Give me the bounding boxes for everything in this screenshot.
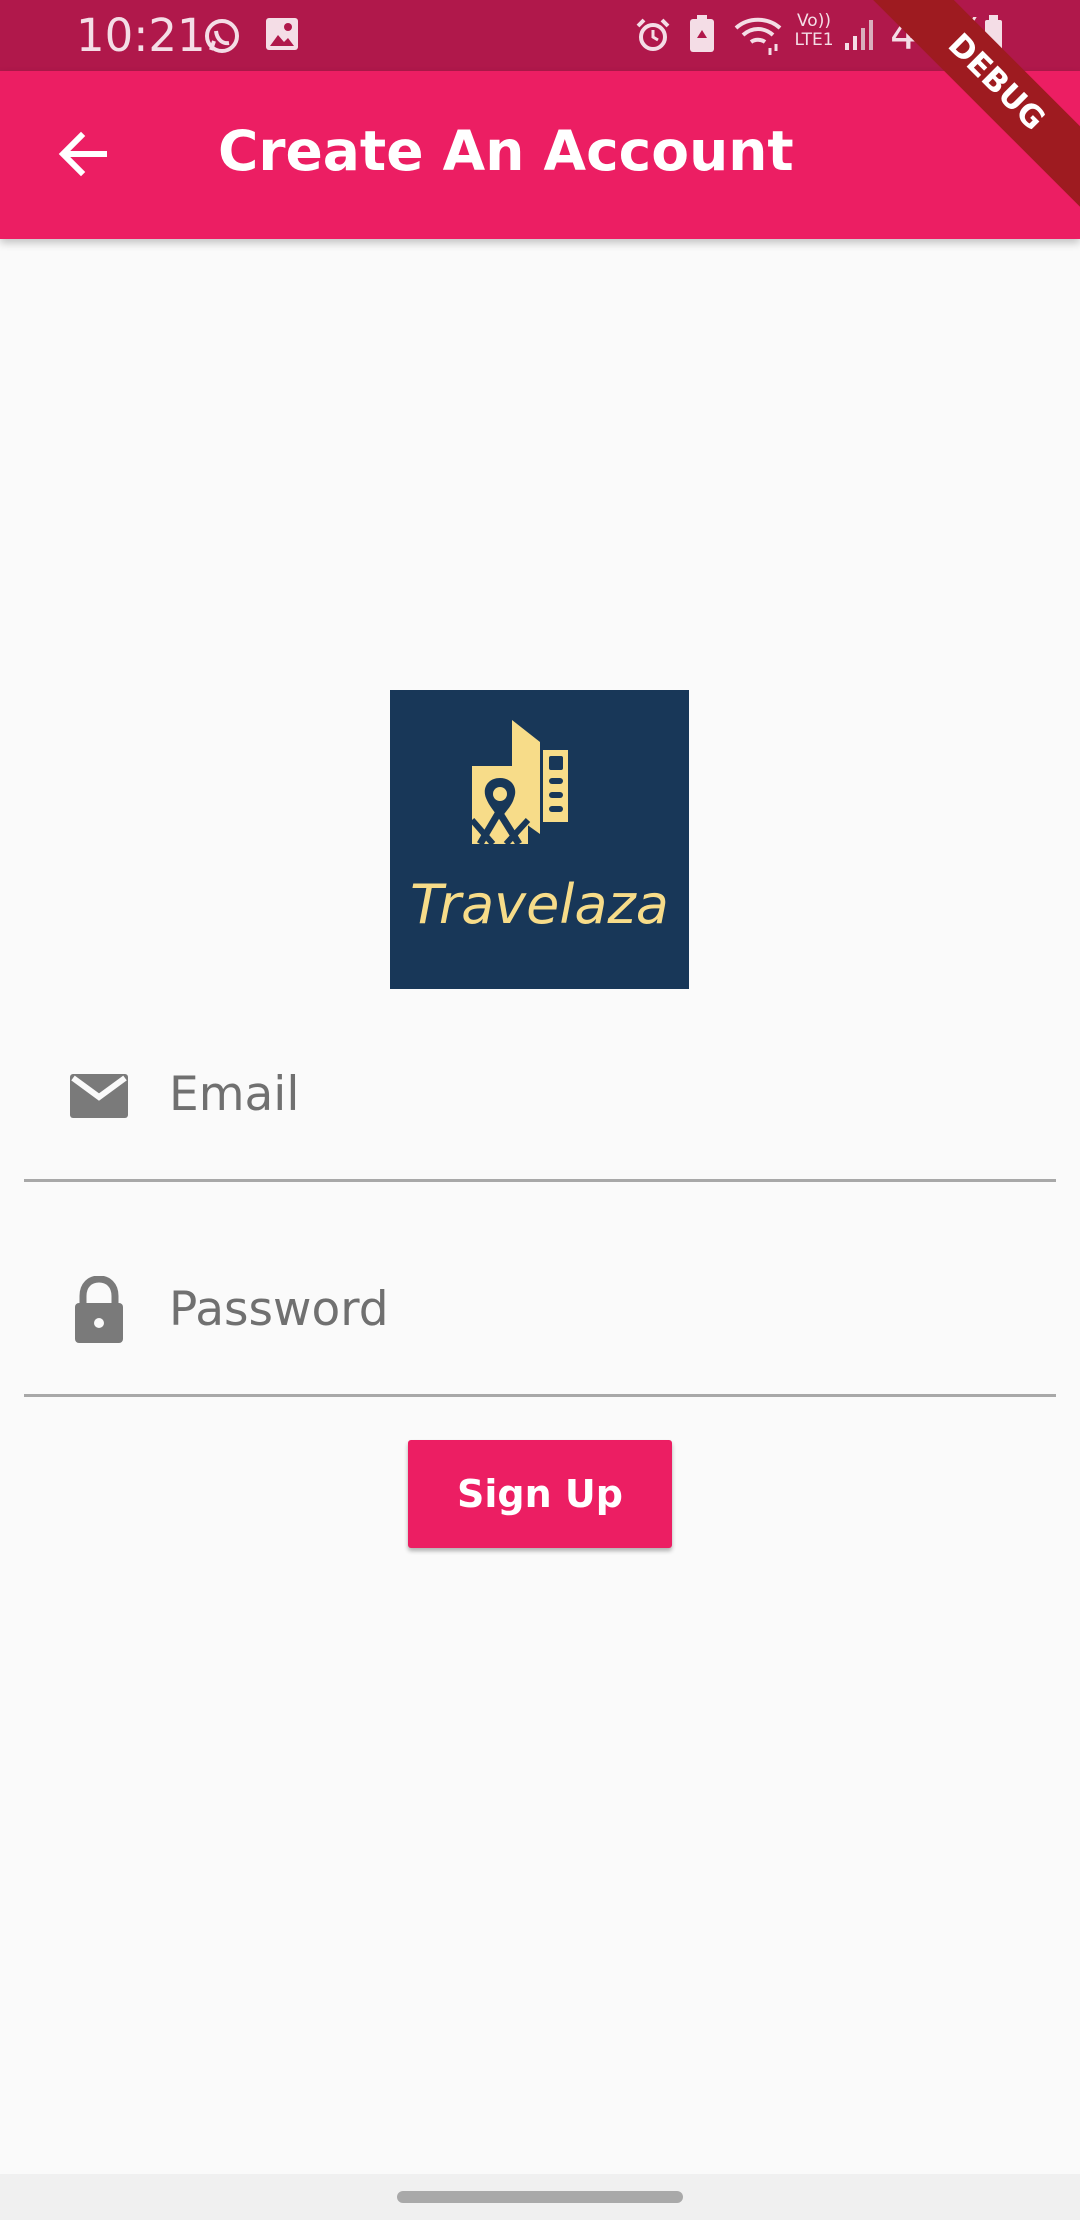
map-document-logo-icon (470, 720, 568, 847)
whatsapp-icon (205, 19, 239, 53)
home-gesture-handle[interactable] (397, 2191, 683, 2203)
travelaza-logo: Travelaza (390, 690, 689, 989)
system-navigation-area (0, 2174, 1080, 2220)
email-underline (24, 1179, 1056, 1182)
signal-icon (845, 20, 873, 50)
alarm-icon (636, 18, 670, 51)
password-input[interactable] (169, 1275, 1039, 1345)
email-field (24, 1060, 1056, 1182)
logo-text: Travelaza (410, 873, 669, 936)
lock-icon (75, 1276, 123, 1343)
sign-up-button[interactable]: Sign Up (408, 1440, 672, 1548)
wifi-icon (734, 17, 782, 55)
password-field (24, 1275, 1056, 1397)
network-label: Vo)) LTE1 (794, 11, 834, 50)
status-time: 10:21 (76, 9, 206, 62)
battery-saver-icon (690, 15, 714, 52)
arrow-left-icon (58, 131, 107, 177)
back-button[interactable] (40, 111, 126, 197)
email-input[interactable] (169, 1060, 1039, 1130)
mail-icon (70, 1074, 128, 1118)
page-title: Create An Account (218, 119, 794, 183)
status-bar: 10:21 Vo)) LTE1 48% (0, 0, 1080, 71)
password-underline (24, 1394, 1056, 1397)
image-icon (266, 18, 298, 50)
app-bar: Create An Account (0, 71, 1080, 239)
battery-percentage: 48% (890, 10, 986, 60)
battery-icon (985, 15, 1002, 53)
